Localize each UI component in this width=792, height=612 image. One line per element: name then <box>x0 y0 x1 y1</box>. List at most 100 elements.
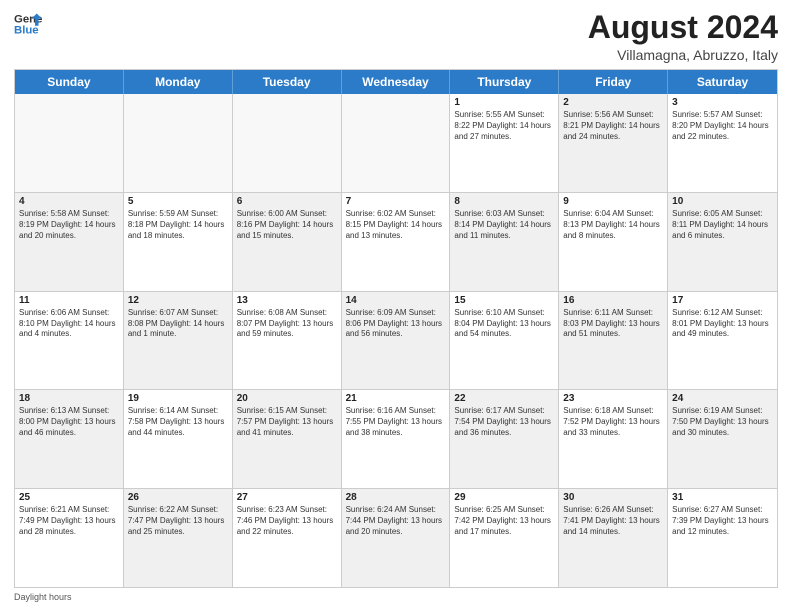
day-info: Sunrise: 5:56 AM Sunset: 8:21 PM Dayligh… <box>563 110 663 142</box>
day-info: Sunrise: 6:13 AM Sunset: 8:00 PM Dayligh… <box>19 406 119 438</box>
title-block: August 2024 Villamagna, Abruzzo, Italy <box>588 10 778 63</box>
day-info: Sunrise: 6:26 AM Sunset: 7:41 PM Dayligh… <box>563 505 663 537</box>
calendar-cell: 25 Sunrise: 6:21 AM Sunset: 7:49 PM Dayli… <box>15 489 124 587</box>
day-number: 31 <box>672 492 773 503</box>
day-number: 25 <box>19 492 119 503</box>
day-info: Sunrise: 5:59 AM Sunset: 8:18 PM Dayligh… <box>128 209 228 241</box>
calendar-header-row: SundayMondayTuesdayWednesdayThursdayFrid… <box>15 70 777 94</box>
daylight-label: Daylight hours <box>14 592 72 602</box>
calendar-cell: 30 Sunrise: 6:26 AM Sunset: 7:41 PM Dayli… <box>559 489 668 587</box>
calendar-cell: 11Sunrise: 6:06 AM Sunset: 8:10 PM Dayli… <box>15 292 124 390</box>
calendar-cell <box>124 94 233 192</box>
header-day-friday: Friday <box>559 70 668 94</box>
calendar-cell: 1 Sunrise: 5:55 AM Sunset: 8:22 PM Daylig… <box>450 94 559 192</box>
day-number: 10 <box>672 196 773 207</box>
calendar-cell: 4 Sunrise: 5:58 AM Sunset: 8:19 PM Daylig… <box>15 193 124 291</box>
day-number: 24 <box>672 393 773 404</box>
day-info: Sunrise: 6:25 AM Sunset: 7:42 PM Dayligh… <box>454 505 554 537</box>
day-info: Sunrise: 6:14 AM Sunset: 7:58 PM Dayligh… <box>128 406 228 438</box>
day-number: 18 <box>19 393 119 404</box>
calendar-cell: 15Sunrise: 6:10 AM Sunset: 8:04 PM Dayli… <box>450 292 559 390</box>
day-info: Sunrise: 5:58 AM Sunset: 8:19 PM Dayligh… <box>19 209 119 241</box>
calendar-cell: 21 Sunrise: 6:16 AM Sunset: 7:55 PM Dayli… <box>342 390 451 488</box>
calendar-row-4: 18 Sunrise: 6:13 AM Sunset: 8:00 PM Dayli… <box>15 390 777 489</box>
header-day-tuesday: Tuesday <box>233 70 342 94</box>
day-number: 30 <box>563 492 663 503</box>
day-info: Sunrise: 6:17 AM Sunset: 7:54 PM Dayligh… <box>454 406 554 438</box>
day-number: 17 <box>672 295 773 306</box>
day-info: Sunrise: 6:16 AM Sunset: 7:55 PM Dayligh… <box>346 406 446 438</box>
day-number: 5 <box>128 196 228 207</box>
calendar-cell: 18 Sunrise: 6:13 AM Sunset: 8:00 PM Dayli… <box>15 390 124 488</box>
calendar-cell: 19 Sunrise: 6:14 AM Sunset: 7:58 PM Dayli… <box>124 390 233 488</box>
header-day-sunday: Sunday <box>15 70 124 94</box>
day-number: 9 <box>563 196 663 207</box>
calendar-cell: 9 Sunrise: 6:04 AM Sunset: 8:13 PM Daylig… <box>559 193 668 291</box>
calendar-row-5: 25 Sunrise: 6:21 AM Sunset: 7:49 PM Dayli… <box>15 489 777 587</box>
calendar-cell <box>342 94 451 192</box>
calendar-cell: 27Sunrise: 6:23 AM Sunset: 7:46 PM Dayli… <box>233 489 342 587</box>
day-info: Sunrise: 6:19 AM Sunset: 7:50 PM Dayligh… <box>672 406 773 438</box>
header-day-thursday: Thursday <box>450 70 559 94</box>
day-number: 23 <box>563 393 663 404</box>
day-number: 26 <box>128 492 228 503</box>
day-info: Sunrise: 6:08 AM Sunset: 8:07 PM Dayligh… <box>237 308 337 340</box>
calendar-cell: 26 Sunrise: 6:22 AM Sunset: 7:47 PM Dayli… <box>124 489 233 587</box>
calendar-cell <box>233 94 342 192</box>
calendar-row-2: 4 Sunrise: 5:58 AM Sunset: 8:19 PM Daylig… <box>15 193 777 292</box>
calendar-body: 1 Sunrise: 5:55 AM Sunset: 8:22 PM Daylig… <box>15 94 777 587</box>
day-info: Sunrise: 6:15 AM Sunset: 7:57 PM Dayligh… <box>237 406 337 438</box>
calendar-cell: 13 Sunrise: 6:08 AM Sunset: 8:07 PM Dayli… <box>233 292 342 390</box>
day-info: Sunrise: 6:23 AM Sunset: 7:46 PM Dayligh… <box>237 505 337 537</box>
day-info: Sunrise: 6:03 AM Sunset: 8:14 PM Dayligh… <box>454 209 554 241</box>
day-number: 1 <box>454 97 554 108</box>
day-info: Sunrise: 6:09 AM Sunset: 8:06 PM Dayligh… <box>346 308 446 340</box>
calendar-cell: 8Sunrise: 6:03 AM Sunset: 8:14 PM Daylig… <box>450 193 559 291</box>
calendar-cell: 5 Sunrise: 5:59 AM Sunset: 8:18 PM Daylig… <box>124 193 233 291</box>
day-info: Sunrise: 6:11 AM Sunset: 8:03 PM Dayligh… <box>563 308 663 340</box>
calendar-cell: 14 Sunrise: 6:09 AM Sunset: 8:06 PM Dayli… <box>342 292 451 390</box>
calendar-cell: 16 Sunrise: 6:11 AM Sunset: 8:03 PM Dayli… <box>559 292 668 390</box>
calendar-cell: 24 Sunrise: 6:19 AM Sunset: 7:50 PM Dayli… <box>668 390 777 488</box>
day-number: 20 <box>237 393 337 404</box>
calendar-row-3: 11Sunrise: 6:06 AM Sunset: 8:10 PM Dayli… <box>15 292 777 391</box>
calendar-cell: 12Sunrise: 6:07 AM Sunset: 8:08 PM Dayli… <box>124 292 233 390</box>
day-number: 4 <box>19 196 119 207</box>
day-info: Sunrise: 6:04 AM Sunset: 8:13 PM Dayligh… <box>563 209 663 241</box>
calendar-cell: 28 Sunrise: 6:24 AM Sunset: 7:44 PM Dayli… <box>342 489 451 587</box>
logo: General Blue <box>14 10 42 38</box>
calendar-cell: 20 Sunrise: 6:15 AM Sunset: 7:57 PM Dayli… <box>233 390 342 488</box>
header: General Blue August 2024 Villamagna, Abr… <box>14 10 778 63</box>
day-info: Sunrise: 6:18 AM Sunset: 7:52 PM Dayligh… <box>563 406 663 438</box>
day-number: 13 <box>237 295 337 306</box>
day-number: 15 <box>454 295 554 306</box>
day-info: Sunrise: 5:55 AM Sunset: 8:22 PM Dayligh… <box>454 110 554 142</box>
calendar-cell: 3Sunrise: 5:57 AM Sunset: 8:20 PM Daylig… <box>668 94 777 192</box>
page: General Blue August 2024 Villamagna, Abr… <box>0 0 792 612</box>
calendar-cell: 6Sunrise: 6:00 AM Sunset: 8:16 PM Daylig… <box>233 193 342 291</box>
header-day-wednesday: Wednesday <box>342 70 451 94</box>
calendar-cell: 22Sunrise: 6:17 AM Sunset: 7:54 PM Dayli… <box>450 390 559 488</box>
day-number: 19 <box>128 393 228 404</box>
calendar-cell: 31 Sunrise: 6:27 AM Sunset: 7:39 PM Dayli… <box>668 489 777 587</box>
calendar-cell: 23 Sunrise: 6:18 AM Sunset: 7:52 PM Dayli… <box>559 390 668 488</box>
day-number: 14 <box>346 295 446 306</box>
calendar-cell: 29Sunrise: 6:25 AM Sunset: 7:42 PM Dayli… <box>450 489 559 587</box>
calendar-cell: 17Sunrise: 6:12 AM Sunset: 8:01 PM Dayli… <box>668 292 777 390</box>
day-info: Sunrise: 6:27 AM Sunset: 7:39 PM Dayligh… <box>672 505 773 537</box>
calendar-row-1: 1 Sunrise: 5:55 AM Sunset: 8:22 PM Daylig… <box>15 94 777 193</box>
svg-text:Blue: Blue <box>14 25 39 37</box>
day-info: Sunrise: 6:21 AM Sunset: 7:49 PM Dayligh… <box>19 505 119 537</box>
day-info: Sunrise: 6:24 AM Sunset: 7:44 PM Dayligh… <box>346 505 446 537</box>
day-info: Sunrise: 6:22 AM Sunset: 7:47 PM Dayligh… <box>128 505 228 537</box>
header-day-saturday: Saturday <box>668 70 777 94</box>
day-number: 16 <box>563 295 663 306</box>
day-info: Sunrise: 6:07 AM Sunset: 8:08 PM Dayligh… <box>128 308 228 340</box>
day-number: 21 <box>346 393 446 404</box>
day-number: 7 <box>346 196 446 207</box>
calendar-cell: 7Sunrise: 6:02 AM Sunset: 8:15 PM Daylig… <box>342 193 451 291</box>
day-info: Sunrise: 5:57 AM Sunset: 8:20 PM Dayligh… <box>672 110 773 142</box>
day-number: 6 <box>237 196 337 207</box>
calendar-cell <box>15 94 124 192</box>
day-number: 28 <box>346 492 446 503</box>
